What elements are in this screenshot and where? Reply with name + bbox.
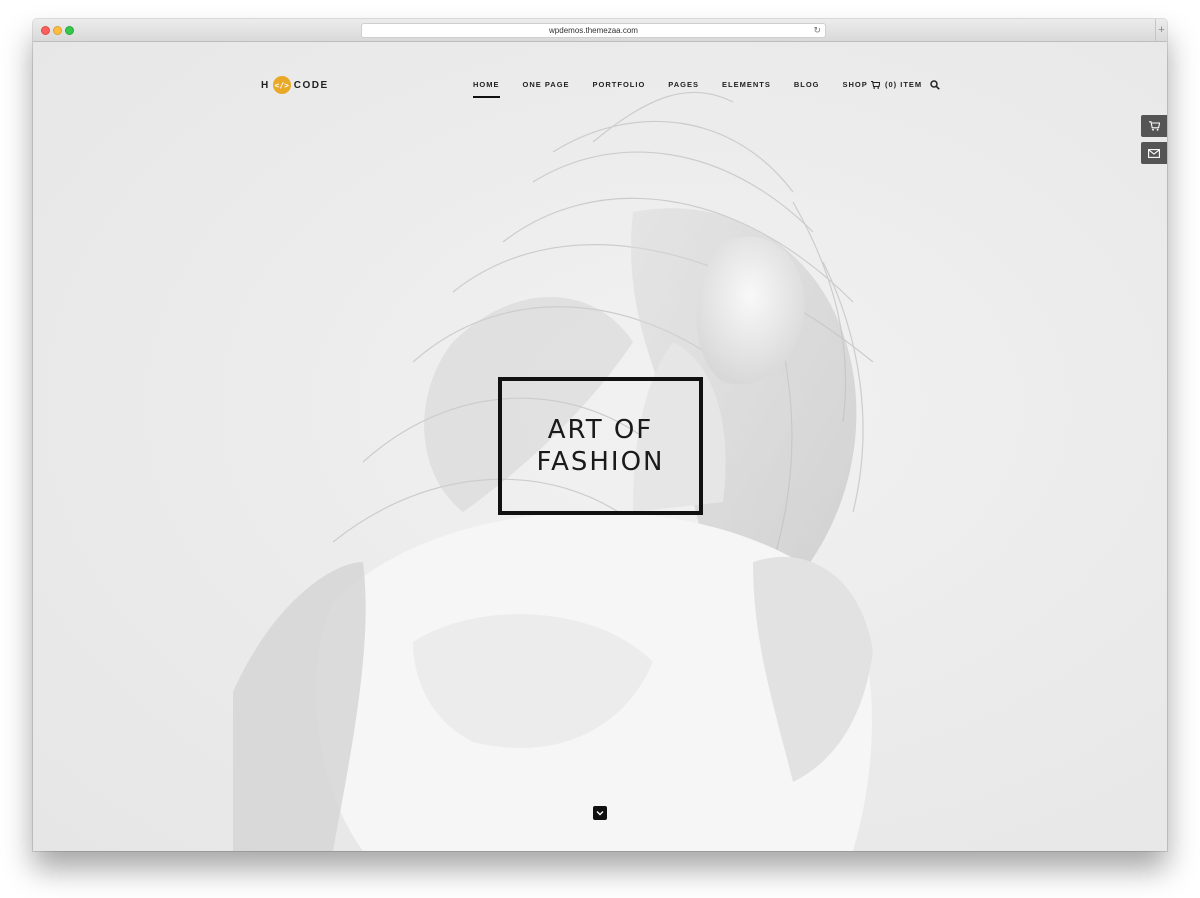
chevron-down-icon [596,811,604,816]
browser-titlebar: wpdemos.themezaa.com ↻ + [33,19,1167,42]
hero-title-line-1: ART OF [547,415,654,445]
address-bar[interactable]: wpdemos.themezaa.com ↻ [361,23,826,38]
site-logo[interactable]: H </> CODE [261,75,329,95]
cart-icon [871,81,880,89]
nav-item-elements[interactable]: ELEMENTS [722,75,771,95]
main-navigation: HOME ONE PAGE PORTFOLIO PAGES ELEMENTS B… [473,75,868,98]
cart-link[interactable]: (0) ITEM [871,75,922,95]
url-text: wpdemos.themezaa.com [549,26,638,35]
logo-text-right: CODE [293,79,329,91]
logo-text-left: H [261,79,270,91]
nav-item-pages[interactable]: PAGES [668,75,699,95]
code-icon: </> [272,76,291,94]
mail-icon [1148,148,1160,158]
browser-window: wpdemos.themezaa.com ↻ + H </> CODE HOME… [33,19,1167,851]
nav-item-home[interactable]: HOME [473,75,500,98]
side-cart-button[interactable] [1141,115,1167,137]
cart-icon [1148,121,1160,131]
side-mail-button[interactable] [1141,142,1167,164]
nav-item-blog[interactable]: BLOG [794,75,820,95]
reload-icon[interactable]: ↻ [813,24,821,37]
minimize-window-button[interactable] [53,26,62,35]
hero-title-frame: ART OF FASHION [498,377,703,515]
new-tab-icon[interactable]: + [1155,19,1167,41]
cart-count: (0) ITEM [885,80,923,89]
nav-item-one-page[interactable]: ONE PAGE [523,75,570,95]
close-window-button[interactable] [41,26,50,35]
page-viewport: H </> CODE HOME ONE PAGE PORTFOLIO PAGES… [33,42,1167,851]
search-icon[interactable] [930,80,940,90]
hero-title-line-2: FASHION [536,447,665,477]
maximize-window-button[interactable] [65,26,74,35]
scroll-down-button[interactable] [593,806,607,820]
nav-item-portfolio[interactable]: PORTFOLIO [593,75,646,95]
nav-item-shop[interactable]: SHOP [843,75,868,95]
